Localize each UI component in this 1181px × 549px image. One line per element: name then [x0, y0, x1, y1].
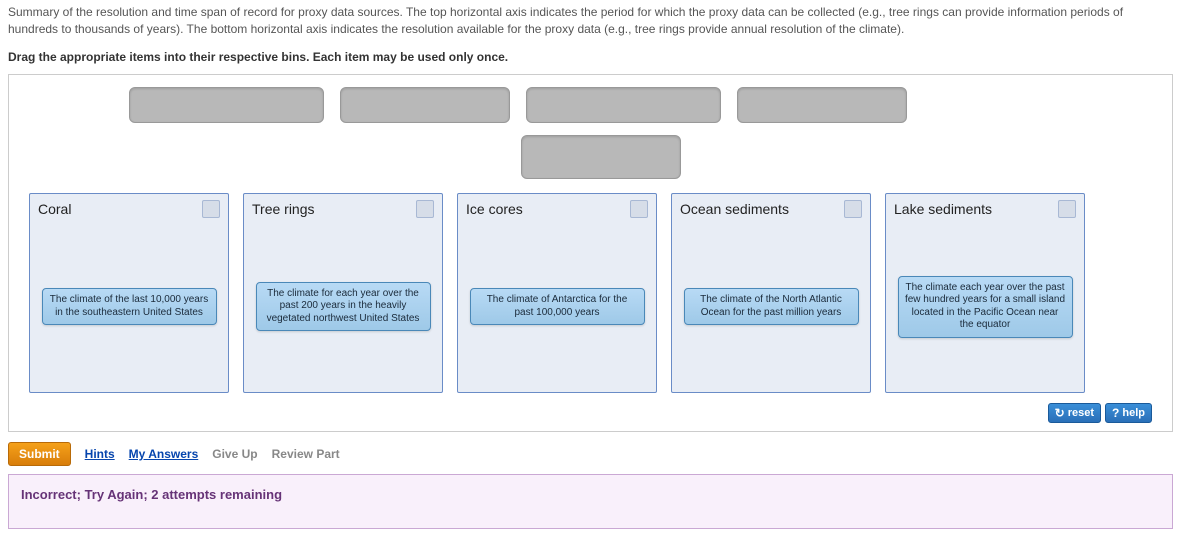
bin-lake-sediments[interactable]: Lake sediments The climate each year ove…: [885, 193, 1085, 393]
footer-row: Submit Hints My Answers Give Up Review P…: [0, 432, 1181, 474]
bin-body[interactable]: The climate of the last 10,000 years in …: [30, 222, 228, 392]
source-row-2: [29, 135, 1152, 179]
bin-title: Tree rings: [244, 194, 442, 222]
bin-title: Lake sediments: [886, 194, 1084, 222]
bin-label: Ocean sediments: [680, 201, 789, 217]
bin-body[interactable]: The climate each year over the past few …: [886, 222, 1084, 392]
feedback-message: Incorrect; Try Again; 2 attempts remaini…: [8, 474, 1173, 529]
bin-tree-rings[interactable]: Tree rings The climate for each year ove…: [243, 193, 443, 393]
reset-icon: ↻: [1055, 406, 1065, 420]
empty-source-slot[interactable]: [737, 87, 907, 123]
help-label: help: [1122, 407, 1145, 419]
empty-source-slot[interactable]: [526, 87, 721, 123]
answer-chip[interactable]: The climate of the North Atlantic Ocean …: [684, 288, 859, 325]
give-up-link[interactable]: Give Up: [212, 447, 257, 461]
bin-label: Lake sediments: [894, 201, 992, 217]
source-row-1: [29, 87, 1152, 123]
bin-body[interactable]: The climate of Antarctica for the past 1…: [458, 222, 656, 392]
intro-text: Summary of the resolution and time span …: [0, 0, 1181, 42]
my-answers-link[interactable]: My Answers: [129, 447, 199, 461]
controls-row: ↻ reset ? help: [29, 401, 1152, 423]
empty-source-slot[interactable]: [340, 87, 510, 123]
bin-ocean-sediments[interactable]: Ocean sediments The climate of the North…: [671, 193, 871, 393]
bin-handle-icon: [1058, 200, 1076, 218]
answer-chip[interactable]: The climate of Antarctica for the past 1…: [470, 288, 645, 325]
bin-title: Coral: [30, 194, 228, 222]
bin-handle-icon: [844, 200, 862, 218]
bin-handle-icon: [630, 200, 648, 218]
bin-handle-icon: [202, 200, 220, 218]
bin-body[interactable]: The climate for each year over the past …: [244, 222, 442, 392]
bin-title: Ocean sediments: [672, 194, 870, 222]
bin-label: Coral: [38, 201, 71, 217]
reset-button[interactable]: ↻ reset: [1048, 403, 1101, 423]
bin-handle-icon: [416, 200, 434, 218]
empty-source-slot[interactable]: [521, 135, 681, 179]
bin-coral[interactable]: Coral The climate of the last 10,000 yea…: [29, 193, 229, 393]
bin-ice-cores[interactable]: Ice cores The climate of Antarctica for …: [457, 193, 657, 393]
review-link[interactable]: Review Part: [272, 447, 340, 461]
answer-chip[interactable]: The climate of the last 10,000 years in …: [42, 288, 217, 325]
help-icon: ?: [1112, 406, 1119, 420]
bins-row: Coral The climate of the last 10,000 yea…: [29, 193, 1152, 393]
hints-link[interactable]: Hints: [85, 447, 115, 461]
answer-chip[interactable]: The climate each year over the past few …: [898, 276, 1073, 338]
bin-label: Ice cores: [466, 201, 523, 217]
bin-title: Ice cores: [458, 194, 656, 222]
instructions-text: Drag the appropriate items into their re…: [0, 42, 1181, 74]
help-button[interactable]: ? help: [1105, 403, 1152, 423]
reset-label: reset: [1068, 407, 1094, 419]
bin-label: Tree rings: [252, 201, 315, 217]
bin-body[interactable]: The climate of the North Atlantic Ocean …: [672, 222, 870, 392]
answer-chip[interactable]: The climate for each year over the past …: [256, 282, 431, 332]
drag-drop-panel: Coral The climate of the last 10,000 yea…: [8, 74, 1173, 432]
submit-button[interactable]: Submit: [8, 442, 71, 466]
empty-source-slot[interactable]: [129, 87, 324, 123]
